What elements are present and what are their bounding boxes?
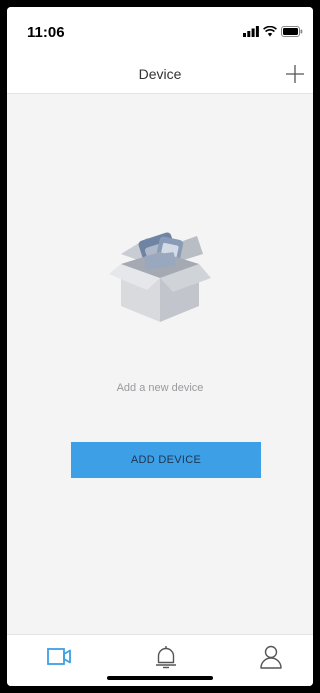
app-screen: 11:06 Device Add a new device ADD DEVICE	[7, 7, 313, 686]
status-bar: 11:06	[7, 7, 313, 55]
home-indicator[interactable]	[107, 676, 213, 680]
battery-icon	[281, 26, 303, 37]
cellular-signal-icon	[243, 26, 259, 37]
video-camera-icon[interactable]	[45, 643, 73, 671]
page-title: Device	[138, 66, 182, 82]
add-device-button[interactable]: ADD DEVICE	[71, 442, 261, 478]
bell-icon[interactable]	[152, 643, 180, 671]
header-bar: Device	[7, 55, 313, 94]
empty-message: Add a new device	[116, 382, 204, 394]
empty-state: Add a new device ADD DEVICE	[7, 94, 313, 634]
person-icon[interactable]	[257, 643, 285, 671]
status-icons	[243, 26, 303, 37]
status-time: 11:06	[27, 24, 65, 41]
plus-icon[interactable]	[283, 62, 307, 86]
wifi-icon	[263, 26, 277, 37]
open-box-icon	[109, 232, 211, 322]
